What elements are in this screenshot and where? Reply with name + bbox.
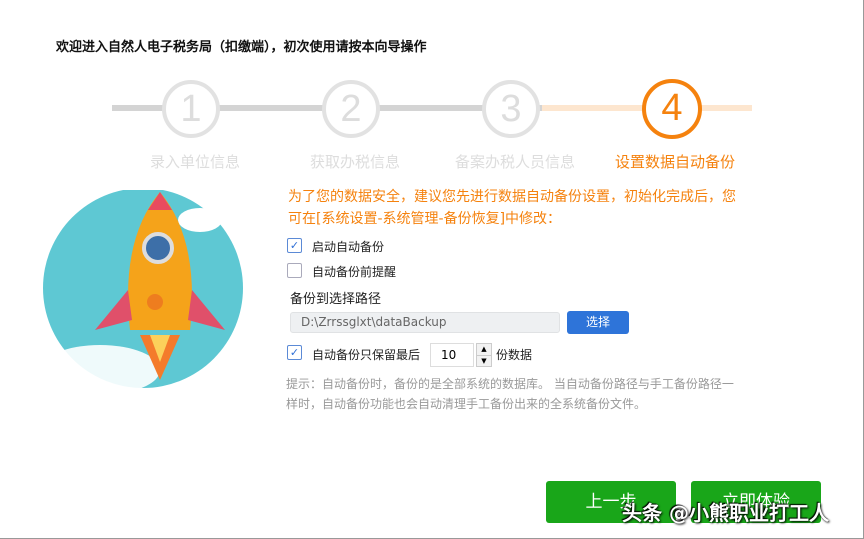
- stepper-up-icon[interactable]: ▲: [477, 344, 491, 355]
- enable-backup-checkbox[interactable]: ✓: [287, 238, 302, 253]
- wizard-title: 欢迎进入自然人电子税务局（扣缴端），初次使用请按本向导操作: [56, 40, 427, 55]
- keep-last-checkbox[interactable]: ✓: [287, 345, 302, 360]
- keep-suffix-label: 份数据: [496, 348, 533, 362]
- step-1-label: 录入单位信息: [149, 153, 240, 171]
- enable-backup-label: 启动自动备份: [312, 240, 385, 254]
- step-4-label: 设置数据自动备份: [614, 153, 735, 171]
- select-path-button[interactable]: 选择: [567, 311, 629, 334]
- step-4-circle: 4: [642, 79, 702, 139]
- step-1-circle: 1: [162, 80, 220, 138]
- intro-text: 为了您的数据安全，建议您先进行数据自动备份设置，初始化完成后，您可在[系统设置-…: [288, 189, 736, 227]
- path-label: 备份到选择路径: [290, 292, 382, 307]
- keep-count-input[interactable]: 10: [430, 343, 474, 367]
- keep-count-stepper[interactable]: ▲ ▼: [476, 343, 492, 367]
- remind-checkbox[interactable]: [287, 263, 302, 278]
- keep-last-label: 自动备份只保留最后: [312, 348, 421, 362]
- step-3-label: 备案办税人员信息: [454, 153, 575, 171]
- step-3-circle: 3: [482, 80, 540, 138]
- stepper-down-icon[interactable]: ▼: [477, 355, 491, 366]
- rocket-illustration: [40, 190, 243, 390]
- step-2-label: 获取办税信息: [309, 153, 400, 171]
- remind-label: 自动备份前提醒: [312, 265, 397, 279]
- backup-path-input[interactable]: D:\Zrrssglxt\dataBackup: [290, 312, 560, 333]
- hint-text: 提示：自动备份时，备份的是全部系统的数据库。 当自动备份路径与手工备份路径一样时…: [286, 377, 734, 411]
- watermark: 头条 @小熊职业打工人: [622, 501, 829, 525]
- step-2-circle: 2: [322, 80, 380, 138]
